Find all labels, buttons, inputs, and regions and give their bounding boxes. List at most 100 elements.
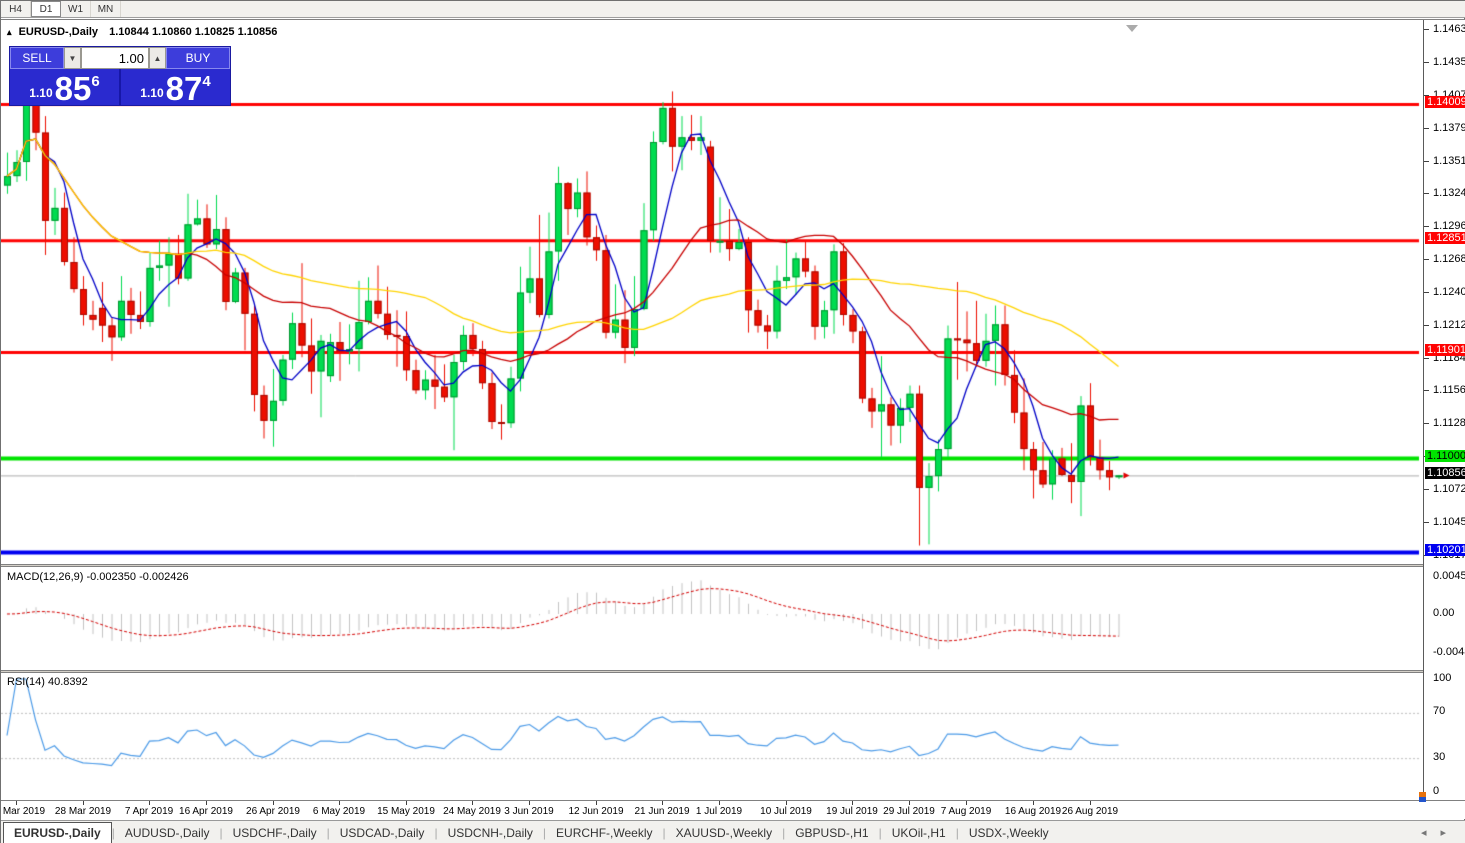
rsi-axis-label: 30 — [1433, 751, 1445, 763]
price-axis-tick — [1424, 489, 1429, 490]
macd-axis-label: 0.00 — [1433, 607, 1454, 619]
macd-axis-label: 0.004517 — [1433, 570, 1465, 582]
date-axis-tick — [719, 801, 720, 805]
price-axis-tick — [1424, 62, 1429, 63]
tab-xauusd-weekly[interactable]: XAUUSD-,Weekly — [666, 823, 782, 843]
price-axis-tick — [1424, 358, 1429, 359]
tab-usdcnh-daily[interactable]: USDCNH-,Daily — [438, 823, 543, 843]
price-axis-label: 1.13240 — [1433, 187, 1465, 199]
date-axis-label: 26 Aug 2019 — [1053, 806, 1127, 817]
date-axis-tick — [662, 801, 663, 805]
price-axis-tick — [1424, 128, 1429, 129]
sell-button[interactable]: SELL — [10, 47, 64, 69]
date-axis-label: 10 Jul 2019 — [749, 806, 823, 817]
macd-panel-canvas[interactable] — [1, 568, 1423, 670]
date-axis-tick — [1033, 801, 1034, 805]
price-level-badge: 1.10201 — [1425, 544, 1465, 556]
tab-usdchf-daily[interactable]: USDCHF-,Daily — [223, 823, 327, 843]
date-axis-label: 26 Apr 2019 — [236, 806, 310, 817]
date-axis-tick — [83, 801, 84, 805]
one-click-trading-panel: SELL ▼ ▲ BUY 1.10 85 6 1.10 87 4 — [9, 46, 231, 106]
date-axis-tick — [406, 801, 407, 805]
timeframe-d1-button[interactable]: D1 — [31, 1, 61, 17]
chart-title: ▴ EURUSD-,Daily 1.10844 1.10860 1.10825 … — [7, 26, 277, 38]
axis-corner-icon — [1419, 792, 1426, 802]
price-axis-label: 1.14635 — [1433, 23, 1465, 35]
date-axis-tick — [852, 801, 853, 805]
rsi-axis-label: 100 — [1433, 672, 1451, 684]
price-axis-tick — [1424, 161, 1429, 162]
tab-eurchf-weekly[interactable]: EURCHF-,Weekly — [546, 823, 662, 843]
date-axis-tick — [786, 801, 787, 805]
tab-ukoil-h1[interactable]: UKOil-,H1 — [882, 823, 956, 843]
chart-shift-icon[interactable] — [1126, 25, 1138, 32]
tab-usdx-weekly[interactable]: USDX-,Weekly — [959, 823, 1059, 843]
price-axis-tick — [1424, 522, 1429, 523]
date-axis-label: 3 Jun 2019 — [492, 806, 566, 817]
ask-pip-digit: 4 — [202, 73, 210, 90]
price-axis-tick — [1424, 292, 1429, 293]
price-axis-label: 1.12120 — [1433, 319, 1465, 331]
price-axis-label: 1.12680 — [1433, 253, 1465, 265]
tab-audusd-daily[interactable]: AUDUSD-,Daily — [115, 823, 220, 843]
price-level-badge: 1.12851 — [1425, 232, 1465, 244]
timeframe-mn-button[interactable]: MN — [91, 1, 121, 17]
price-axis-tick — [1424, 226, 1429, 227]
tab-usdcad-daily[interactable]: USDCAD-,Daily — [330, 823, 435, 843]
chart-symbol-label: EURUSD-,Daily — [19, 26, 98, 38]
date-axis-tick — [339, 801, 340, 805]
date-axis-label: 7 Aug 2019 — [929, 806, 1003, 817]
bid-prefix: 1.10 — [29, 86, 52, 100]
date-axis-tick — [16, 801, 17, 805]
rsi-indicator-label: RSI(14) 40.8392 — [7, 676, 88, 688]
price-axis-label: 1.13795 — [1433, 122, 1465, 134]
rsi-axis-label: 0 — [1433, 785, 1439, 797]
current-price-badge: 1.10856 — [1425, 467, 1465, 479]
date-axis-label: 16 Apr 2019 — [169, 806, 243, 817]
price-axis-label: 1.10450 — [1433, 516, 1465, 528]
ask-prefix: 1.10 — [140, 86, 163, 100]
price-axis-tick — [1424, 193, 1429, 194]
price-level-badge: 1.14009 — [1425, 96, 1465, 108]
date-axis-tick — [596, 801, 597, 805]
price-axis-label: 1.11565 — [1433, 384, 1465, 396]
date-axis-tick — [273, 801, 274, 805]
price-axis-tick — [1424, 325, 1429, 326]
price-axis-label: 1.14355 — [1433, 56, 1465, 68]
date-axis-label: 15 May 2019 — [369, 806, 443, 817]
timeframe-w1-button[interactable]: W1 — [61, 1, 91, 17]
macd-axis-label: -0.004806 — [1433, 646, 1465, 658]
tab-eurusd-daily[interactable]: EURUSD-,Daily — [3, 822, 112, 843]
date-axis-tick — [529, 801, 530, 805]
timeframe-h4-button[interactable]: H4 — [1, 1, 31, 17]
volume-increase-button[interactable]: ▲ — [149, 47, 166, 69]
date-axis: 19 Mar 201928 Mar 20197 Apr 201916 Apr 2… — [1, 800, 1465, 819]
price-axis-tick — [1424, 259, 1429, 260]
macd-indicator-label: MACD(12,26,9) -0.002350 -0.002426 — [7, 571, 189, 583]
chart-window: ▴ EURUSD-,Daily 1.10844 1.10860 1.10825 … — [1, 19, 1465, 819]
bid-big-digits: 85 — [55, 74, 92, 104]
panel-separator[interactable] — [1, 564, 1424, 567]
rsi-axis-label: 70 — [1433, 705, 1445, 717]
price-axis-label: 1.12400 — [1433, 286, 1465, 298]
date-axis-label: 12 Jun 2019 — [559, 806, 633, 817]
price-level-badge: 1.11901 — [1425, 344, 1465, 356]
rsi-panel-canvas[interactable] — [1, 673, 1423, 797]
bid-pip-digit: 6 — [91, 73, 99, 90]
tab-gbpusd-h1[interactable]: GBPUSD-,H1 — [785, 823, 878, 843]
price-axis-label: 1.12960 — [1433, 220, 1465, 232]
volume-decrease-button[interactable]: ▼ — [64, 47, 81, 69]
price-axis-tick — [1424, 423, 1429, 424]
mt4-terminal: H4 D1 W1 MN ▴ EURUSD-,Daily 1.10844 1.10… — [0, 0, 1465, 843]
buy-button[interactable]: BUY — [166, 47, 230, 69]
timeframe-toolbar: H4 D1 W1 MN — [1, 1, 1465, 18]
tab-scroll-arrows[interactable]: ◂▸ — [1421, 826, 1460, 839]
price-axis-label: 1.10725 — [1433, 483, 1465, 495]
price-axis-label: 1.11285 — [1433, 417, 1465, 429]
chart-ohlc-values: 1.10844 1.10860 1.10825 1.10856 — [109, 26, 277, 38]
ask-price: 1.10 87 4 — [121, 69, 230, 105]
date-axis-tick — [472, 801, 473, 805]
price-axis-label: 1.13515 — [1433, 155, 1465, 167]
chart-expand-icon[interactable]: ▴ — [7, 27, 12, 37]
volume-input[interactable] — [81, 47, 149, 69]
